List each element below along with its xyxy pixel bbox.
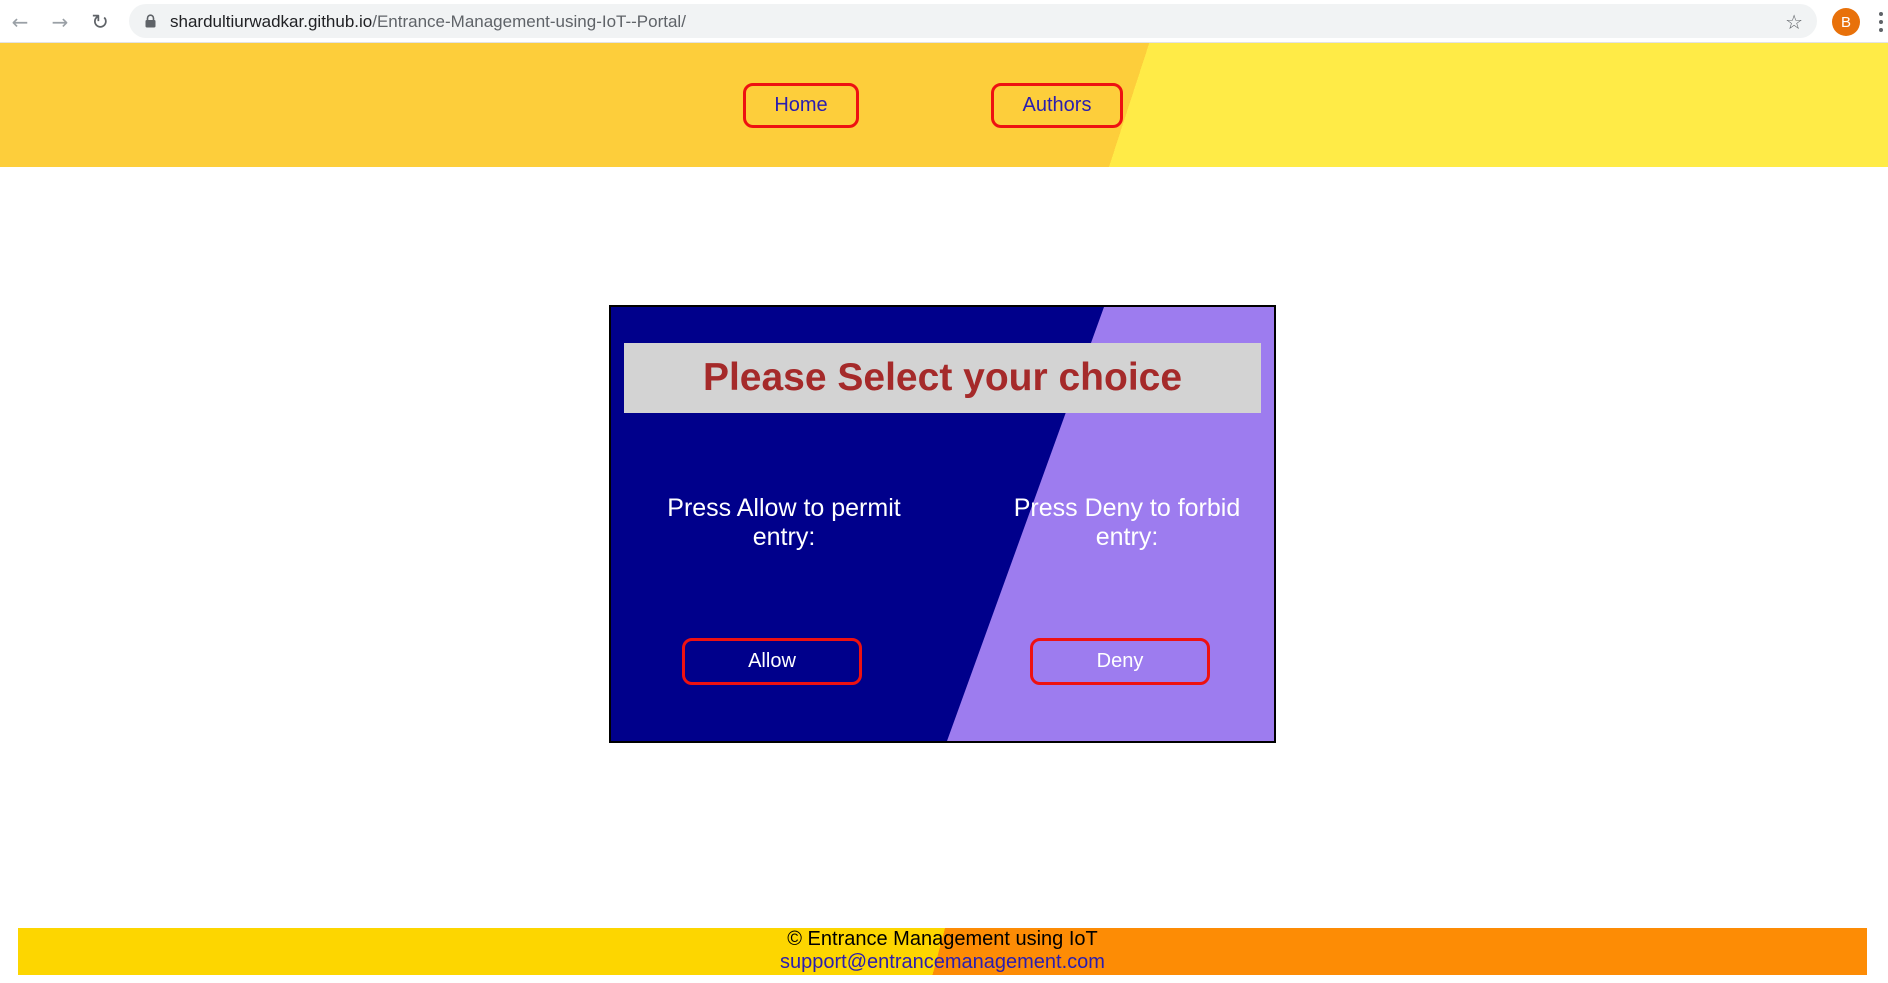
panel-title-bar: Please Select your choice <box>624 343 1261 413</box>
footer-email-link[interactable]: support@entrancemanagement.com <box>18 951 1867 974</box>
profile-avatar[interactable]: B <box>1832 8 1860 36</box>
deny-prompt: Press Deny to forbid entry: <box>1013 494 1241 551</box>
authors-link[interactable]: Authors <box>991 83 1123 128</box>
footer-copyright: © Entrance Management using IoT <box>787 928 1098 950</box>
home-link[interactable]: Home <box>743 83 859 128</box>
site-header: Home Authors <box>0 43 1888 167</box>
panel-title: Please Select your choice <box>702 356 1183 399</box>
url-path: /Entrance-Management-using-IoT--Portal/ <box>372 12 686 31</box>
browser-toolbar: ← → ↻ shardultiurwadkar.github.io/Entran… <box>0 0 1888 43</box>
kebab-menu-icon[interactable] <box>1878 9 1884 35</box>
bookmark-star-icon[interactable]: ☆ <box>1785 10 1803 34</box>
url-text: shardultiurwadkar.github.io/Entrance-Man… <box>170 12 686 32</box>
allow-prompt: Press Allow to permit entry: <box>667 494 901 551</box>
url-host: shardultiurwadkar.github.io <box>170 12 373 31</box>
reload-icon[interactable]: ↻ <box>87 9 113 35</box>
lock-icon <box>145 14 156 28</box>
site-footer: © Entrance Management using IoT support@… <box>18 928 1867 975</box>
allow-button[interactable]: Allow <box>682 638 862 685</box>
back-icon[interactable]: ← <box>7 9 33 35</box>
choice-panel: Please Select your choice Press Allow to… <box>609 305 1276 743</box>
forward-icon[interactable]: → <box>47 9 73 35</box>
address-bar[interactable]: shardultiurwadkar.github.io/Entrance-Man… <box>129 4 1817 38</box>
deny-button[interactable]: Deny <box>1030 638 1210 685</box>
